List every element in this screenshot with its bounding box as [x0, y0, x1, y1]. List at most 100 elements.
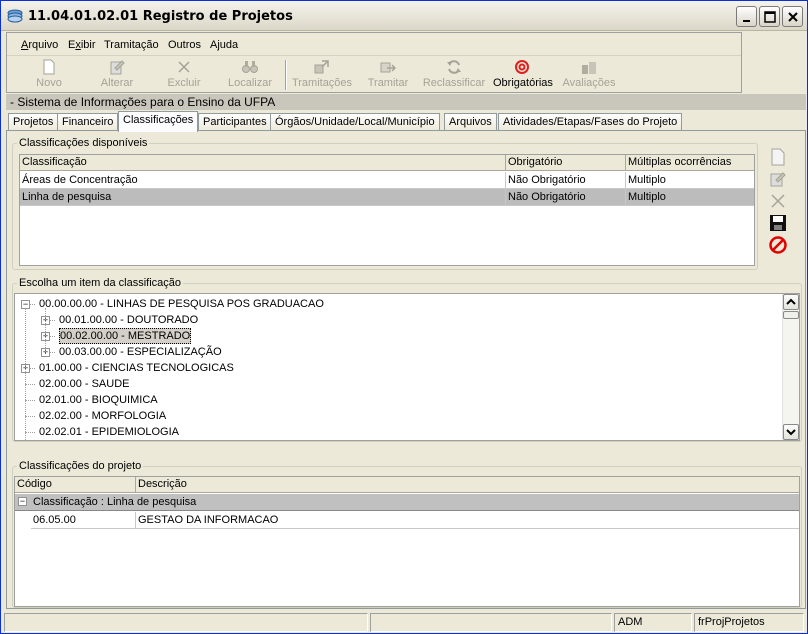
tree-node[interactable]: 02.02.01 - EPIDEMIOLOGIA	[39, 424, 179, 440]
tramitar-icon	[380, 62, 396, 73]
avaliacoes-button[interactable]: Avaliações	[561, 56, 617, 94]
target-icon	[515, 60, 529, 74]
tree-node[interactable]: 00.00.00.00 - LINHAS DE PESQUISA POS GRA…	[39, 296, 324, 312]
status-bar: ADM frProjProjetos	[4, 613, 806, 632]
tree-connector	[25, 432, 35, 433]
obrigatorias-button[interactable]: Obrigatórias	[493, 56, 553, 94]
title-bar[interactable]: 11.04.01.02.01 Registro de Projetos	[1, 1, 807, 31]
tramitacoes-label: Tramitações	[291, 77, 353, 89]
cell-classificacao: Linha de pesquisa	[20, 189, 506, 206]
tree-node[interactable]: 00.03.00.00 - ESPECIALIZAÇÃO	[59, 344, 222, 360]
tab-arquivos[interactable]: Arquivos	[444, 113, 497, 131]
tree-vline-root	[25, 308, 26, 440]
window-title: 11.04.01.02.01 Registro de Projetos	[28, 9, 293, 24]
col-descricao[interactable]: Descrição	[136, 477, 799, 493]
tree-scrollbar[interactable]	[782, 294, 799, 440]
scroll-thumb[interactable]	[783, 311, 799, 319]
tab-orgaos[interactable]: Órgãos/Unidade/Local/Município	[270, 113, 440, 131]
side-delete-icon[interactable]	[768, 191, 788, 211]
menu-toolbar-panel: Arquivo Exibir Tramitação Outros Ajuda N…	[6, 32, 742, 93]
group-row[interactable]: − Classificação : Linha de pesquisa	[15, 494, 799, 511]
system-title-bar: - Sistema de Informações para o Ensino d…	[6, 94, 806, 110]
classificacoes-panel: Classificações disponíveis Classificação…	[6, 130, 806, 609]
localizar-label: Localizar	[227, 77, 273, 89]
tramitar-button[interactable]: Tramitar	[365, 56, 411, 94]
tree-node[interactable]: 00.01.00.00 - DOUTORADO	[59, 312, 198, 328]
tree-connector	[25, 400, 35, 401]
col-obrigatorio[interactable]: Obrigatório	[506, 155, 626, 171]
tab-atividades[interactable]: Atividades/Etapas/Fases do Projeto	[498, 113, 683, 131]
tab-projetos[interactable]: Projetos	[8, 113, 59, 131]
minimize-button[interactable]	[736, 6, 757, 27]
menu-arquivo[interactable]: Arquivo	[21, 39, 58, 51]
reclassificar-button[interactable]: Reclassificar	[421, 56, 487, 94]
save-disk-icon[interactable]	[768, 213, 788, 233]
scroll-up-button[interactable]	[783, 294, 799, 310]
edit-icon	[110, 60, 125, 75]
avaliacoes-label: Avaliações	[562, 77, 616, 89]
tab-financeiro[interactable]: Financeiro	[57, 113, 119, 131]
scroll-down-button[interactable]	[783, 424, 799, 440]
tree-node[interactable]: 00.02.00.00 - MESTRADO	[59, 328, 192, 344]
main-window: 11.04.01.02.01 Registro de Projetos Arqu…	[0, 0, 808, 634]
evaluations-icon	[582, 62, 596, 74]
tree-node[interactable]: 02.02.00 - MORFOLOGIA	[39, 408, 166, 424]
group-collapse-button[interactable]: −	[18, 497, 27, 506]
tree-connector	[25, 384, 35, 385]
side-new-icon[interactable]	[768, 147, 788, 167]
tree-connector	[25, 416, 35, 417]
tree-node[interactable]: 02.01.00 - BIOQUIMICA	[39, 392, 158, 408]
localizar-button[interactable]: Localizar	[225, 56, 275, 94]
col-codigo[interactable]: Código	[15, 477, 136, 493]
tramitacoes-button[interactable]: Tramitações	[290, 56, 354, 94]
cancel-icon[interactable]	[768, 235, 788, 255]
alterar-button[interactable]: Alterar	[95, 56, 139, 94]
side-edit-icon[interactable]	[768, 169, 788, 189]
delete-icon	[178, 61, 190, 73]
binoculars-icon	[242, 61, 258, 73]
col-multiplas[interactable]: Múltiplas ocorrências	[626, 155, 754, 171]
novo-button[interactable]: Novo	[29, 56, 69, 94]
project-row[interactable]: 06.05.00 GESTAO DA INFORMACAO	[15, 512, 799, 529]
tramitar-label: Tramitar	[367, 77, 409, 89]
tree-vline-child	[45, 308, 46, 352]
available-grid: Classificação Obrigatório Múltiplas ocor…	[19, 154, 755, 266]
cell-classificacao: Áreas de Concentração	[20, 172, 506, 189]
tree-node[interactable]: 01.00.00 - CIENCIAS TECNOLOGICAS	[39, 360, 234, 376]
refresh-icon	[447, 60, 461, 74]
menu-exibir[interactable]: Exibir	[68, 39, 96, 51]
status-panel-1	[4, 613, 368, 632]
menu-outros[interactable]: Outros	[168, 39, 201, 51]
tree-title: Escolha um item da classificação	[17, 277, 184, 289]
tree-node[interactable]: 02.00.00 - SAUDE	[39, 376, 130, 392]
tab-participantes[interactable]: Participantes	[198, 113, 272, 131]
chevron-down-icon	[786, 429, 796, 436]
new-doc-icon	[43, 59, 55, 75]
tab-classificacoes[interactable]: Classificações	[118, 111, 199, 132]
chevron-up-icon	[786, 298, 796, 305]
maximize-button[interactable]	[759, 6, 780, 27]
cell-multiplas: Multiplo	[626, 189, 754, 206]
available-group: Classificações disponíveis Classificação…	[12, 137, 758, 270]
project-title: Classificações do projeto	[17, 460, 144, 472]
classification-tree[interactable]: −00.00.00.00 - LINHAS DE PESQUISA POS GR…	[14, 293, 800, 441]
status-user: ADM	[614, 613, 692, 632]
available-title: Classificações disponíveis	[17, 137, 150, 149]
close-icon	[788, 12, 798, 22]
maximize-icon	[764, 11, 776, 23]
menu-bar: Arquivo Exibir Tramitação Outros Ajuda	[7, 33, 741, 55]
group-label: Classificação : Linha de pesquisa	[33, 496, 197, 508]
minimize-icon	[743, 20, 750, 22]
cell-obrigatorio: Não Obrigatório	[506, 189, 626, 206]
project-grid: Código Descrição − Classificação : Linha…	[14, 476, 800, 607]
available-row[interactable]: Áreas de Concentração Não Obrigatório Mu…	[20, 172, 754, 189]
obrigatorias-label: Obrigatórias	[493, 77, 553, 89]
excluir-button[interactable]: Excluir	[164, 56, 204, 94]
reclassificar-label: Reclassificar	[422, 77, 486, 89]
close-button[interactable]	[782, 6, 803, 27]
available-row-selected[interactable]: Linha de pesquisa Não Obrigatório Multip…	[20, 189, 754, 206]
menu-ajuda[interactable]: Ajuda	[210, 39, 238, 51]
menu-tramitacao[interactable]: Tramitação	[104, 39, 159, 51]
col-classificacao[interactable]: Classificação	[20, 155, 506, 171]
tree-group: Escolha um item da classificação −00.00.…	[12, 277, 802, 442]
